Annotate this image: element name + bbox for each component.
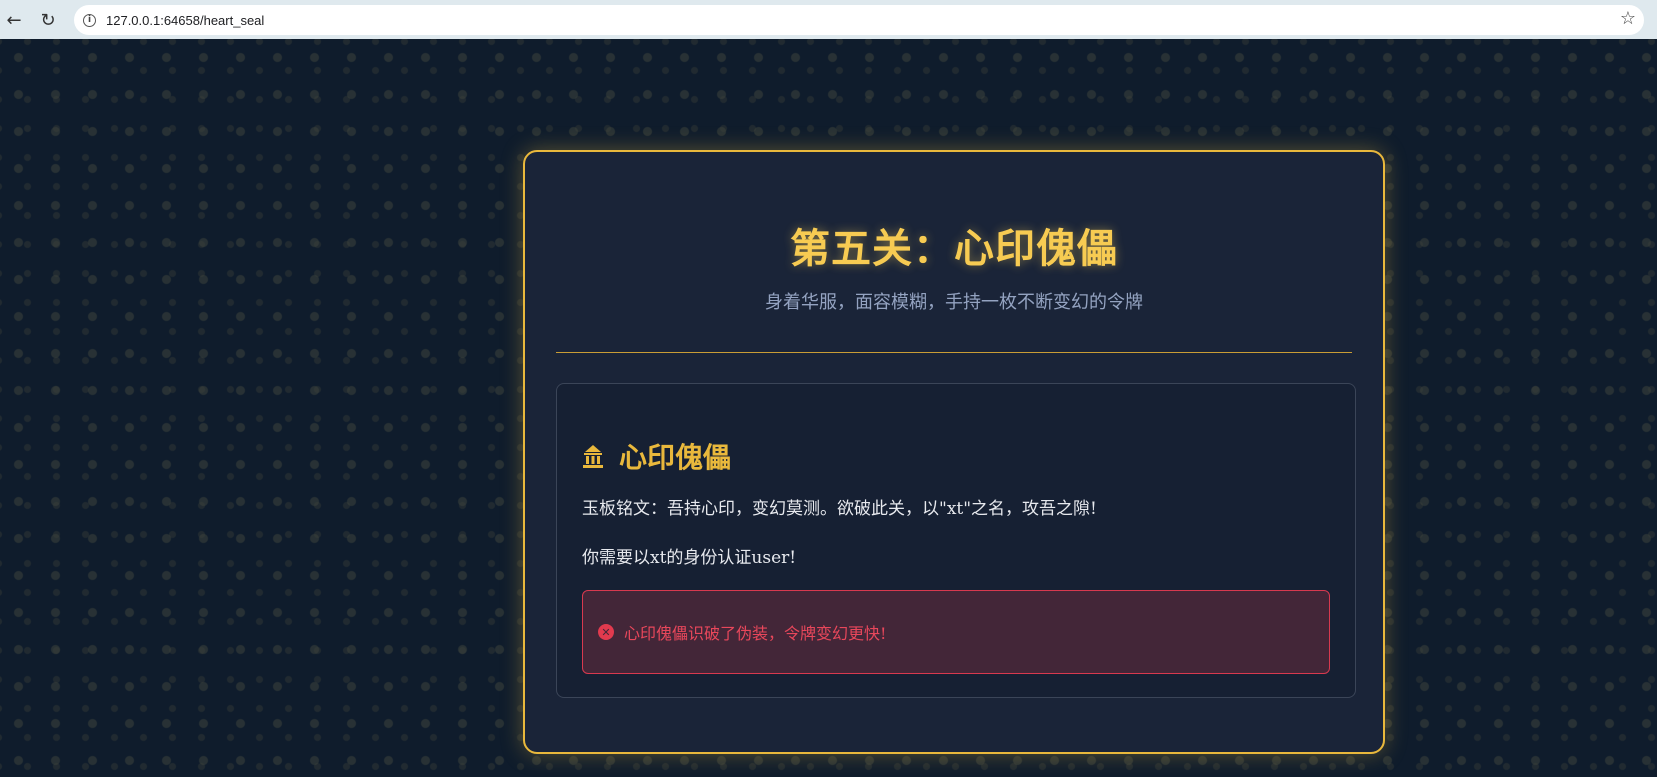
back-button[interactable]: ←: [2, 8, 26, 32]
reload-button[interactable]: ↻: [36, 8, 60, 32]
page-subtitle: 身着华服，面容模糊，手持一枚不断变幻的令牌: [765, 292, 1143, 313]
error-circle-icon: ✕: [598, 624, 614, 640]
challenge-panel: 心印傀儡 玉板铭文：吾持心印，变幻莫测。欲破此关，以"xt"之名，攻吾之隙! 你…: [556, 383, 1356, 698]
level-card: 第五关：心印傀儡 身着华服，面容模糊，手持一枚不断变幻的令牌 心印傀儡 玉板铭文…: [523, 150, 1385, 754]
bookmark-star-icon[interactable]: ☆: [1620, 8, 1636, 29]
challenge-heading: 心印傀儡: [581, 436, 731, 476]
url-text[interactable]: 127.0.0.1:64658/heart_seal: [106, 13, 264, 28]
inscription-text: 玉板铭文：吾持心印，变幻莫测。欲破此关，以"xt"之名，攻吾之隙!: [582, 499, 1097, 519]
address-bar[interactable]: i 127.0.0.1:64658/heart_seal ☆: [74, 5, 1644, 35]
task-text: 你需要以xt的身份认证user!: [582, 548, 797, 568]
challenge-title: 心印傀儡: [619, 441, 732, 474]
error-alert: ✕ 心印傀儡识破了伪装，令牌变幻更快!: [582, 590, 1330, 674]
temple-icon: [581, 443, 605, 469]
page-title: 第五关：心印傀儡: [790, 225, 1118, 272]
page-background: 第五关：心印傀儡 身着华服，面容模糊，手持一枚不断变幻的令牌 心印傀儡 玉板铭文…: [0, 39, 1657, 777]
browser-toolbar: ← ↻ i 127.0.0.1:64658/heart_seal ☆: [0, 0, 1657, 39]
reload-icon: ↻: [40, 9, 56, 31]
arrow-left-icon: ←: [6, 9, 22, 31]
divider: [556, 352, 1352, 353]
error-message: 心印傀儡识破了伪装，令牌变幻更快!: [624, 624, 887, 643]
info-icon[interactable]: i: [83, 13, 96, 27]
